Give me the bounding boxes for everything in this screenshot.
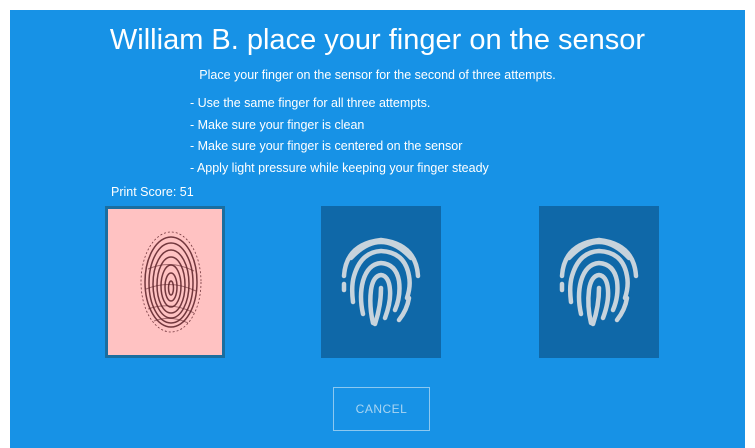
page-subtitle: Place your finger on the sensor for the … — [199, 68, 556, 82]
cancel-button[interactable]: CANCEL — [333, 387, 430, 431]
attempt-3-tile — [539, 206, 659, 358]
page-title: William B. place your finger on the sens… — [109, 24, 646, 56]
instruction-item: - Make sure your finger is centered on t… — [190, 139, 463, 153]
fingerprint-icon — [559, 237, 639, 327]
enrollment-screen: William B. place your finger on the sens… — [10, 10, 745, 448]
attempt-1-tile — [105, 206, 225, 358]
fingerprint-scan-image — [140, 231, 202, 333]
instruction-item: - Make sure your finger is clean — [190, 117, 365, 132]
fingerprint-icon — [341, 237, 421, 327]
instruction-item: - Use the same finger for all three atte… — [190, 96, 431, 110]
attempt-2-tile — [321, 206, 441, 358]
print-score-label: Print Score: 51 — [111, 185, 194, 199]
instruction-item: - Apply light pressure while keeping you… — [190, 160, 489, 175]
instruction-list: - Use the same finger for all three atte… — [190, 93, 489, 179]
